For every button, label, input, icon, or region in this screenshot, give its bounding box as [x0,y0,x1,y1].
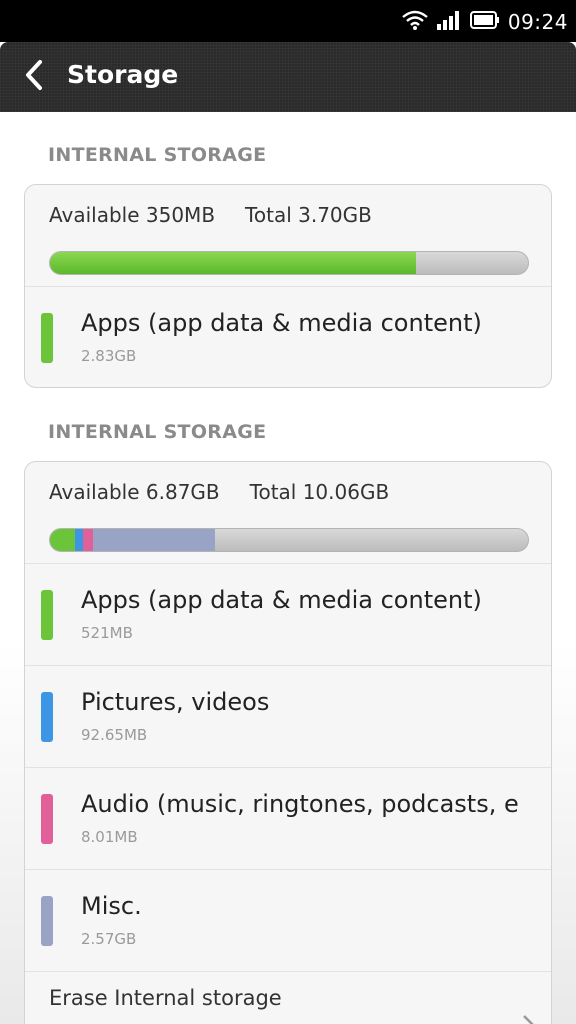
bar-seg-audio [83,529,93,551]
bar-seg-pictures [74,529,84,551]
item-label: Apps (app data & media content) [81,309,482,337]
status-time: 09:24 [507,10,568,34]
storage-usage-bar [49,528,529,552]
storage-card-1: Available 350MB Total 3.70GB Apps (app d… [24,184,552,388]
item-label: Pictures, videos [81,688,270,716]
storage-item-apps[interactable]: Apps (app data & media content) 521MB [25,564,551,666]
available-label: Available 350MB [49,203,216,227]
chevron-left-icon [23,59,45,95]
action-bar: Storage [0,42,576,112]
back-button[interactable] [14,56,54,98]
swatch-misc [41,896,53,946]
item-label: Audio (music, ringtones, podcasts, e [81,790,519,818]
erase-label: Erase Internal storage [49,986,282,1010]
storage-card-2: Available 6.87GB Total 10.06GB Apps (app… [24,461,552,1024]
battery-icon [469,11,500,33]
section-header-internal-2: INTERNAL STORAGE [48,421,267,443]
item-size: 521MB [81,624,133,642]
storage-summary: Available 350MB Total 3.70GB [25,185,551,287]
section-header-internal-1: INTERNAL STORAGE [48,144,267,166]
item-size: 2.83GB [81,347,137,365]
status-icons: 09:24 [402,8,568,36]
swatch-pictures [41,692,53,742]
page-title: Storage [67,60,179,89]
signal-icon [436,10,462,34]
bar-seg-misc [92,529,215,551]
storage-item-pictures[interactable]: Pictures, videos 92.65MB [25,666,551,768]
wifi-icon [402,10,428,34]
chevron-right-icon [521,1014,535,1024]
storage-item-apps[interactable]: Apps (app data & media content) 2.83GB [25,287,551,387]
swatch-apps [41,590,53,640]
item-size: 92.65MB [81,726,148,744]
total-label: Total 3.70GB [245,203,372,227]
erase-internal-storage-row[interactable]: Erase Internal storage [25,972,551,1024]
bar-seg-apps [50,529,75,551]
storage-usage-bar [49,251,529,275]
swatch-audio [41,794,53,844]
item-size: 2.57GB [81,930,137,948]
item-label: Apps (app data & media content) [81,586,482,614]
storage-item-misc[interactable]: Misc. 2.57GB [25,870,551,972]
status-bar: 09:24 [0,0,576,42]
available-label: Available 6.87GB [49,480,220,504]
item-size: 8.01MB [81,828,138,846]
storage-item-audio[interactable]: Audio (music, ringtones, podcasts, e 8.0… [25,768,551,870]
item-label: Misc. [81,892,142,920]
bar-seg-apps [50,252,416,274]
storage-summary: Available 6.87GB Total 10.06GB [25,462,551,564]
swatch-apps [41,313,53,363]
total-label: Total 10.06GB [249,480,390,504]
